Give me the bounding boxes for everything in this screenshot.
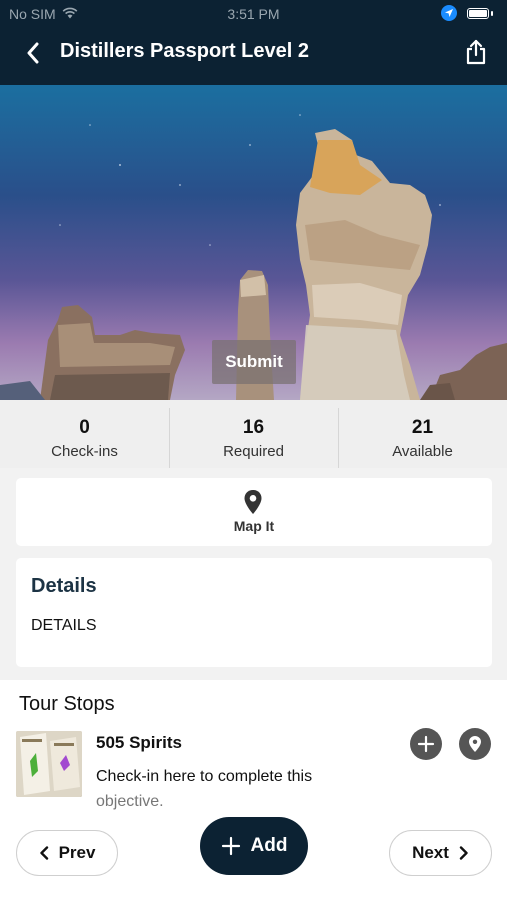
tour-stop-description-text: Check-in here to complete this	[96, 768, 313, 785]
details-body: DETAILS	[31, 617, 97, 634]
tour-stop-thumbnail[interactable]	[16, 731, 82, 797]
tour-stops-section: Tour Stops 505 Spirits Check-in here to …	[0, 680, 507, 900]
stat-required: 16 Required	[169, 400, 338, 468]
chevron-left-icon	[27, 42, 39, 64]
map-pin-icon	[244, 490, 262, 514]
hero-image: Submit	[0, 85, 507, 400]
prev-label: Prev	[58, 843, 96, 862]
chevron-left-icon	[39, 846, 48, 860]
back-button[interactable]	[18, 38, 48, 68]
stat-value: 0	[79, 417, 90, 438]
share-button[interactable]	[461, 36, 491, 68]
prev-button[interactable]: Prev	[16, 830, 118, 876]
add-stop-button[interactable]	[410, 728, 442, 760]
chevron-right-icon	[459, 846, 468, 860]
stat-value: 16	[242, 417, 265, 438]
status-time: 3:51 PM	[227, 6, 280, 22]
tour-stops-heading: Tour Stops	[19, 693, 115, 715]
next-button[interactable]: Next	[389, 830, 492, 876]
stat-check-ins: 0 Check-ins	[0, 400, 169, 468]
share-icon	[466, 39, 486, 65]
nav-bar: Distillers Passport Level 2	[0, 28, 507, 85]
plus-icon	[417, 735, 435, 753]
details-card: Details DETAILS	[16, 558, 492, 667]
stats-row: 0 Check-ins 16 Required 21 Available	[0, 400, 507, 468]
stat-label: Required	[223, 443, 284, 460]
battery-icon	[467, 7, 489, 19]
next-label: Next	[412, 843, 449, 862]
map-pin-icon	[469, 736, 481, 752]
add-label: Add	[250, 835, 288, 856]
bottle-labels-image	[16, 731, 82, 797]
stat-label: Available	[392, 443, 453, 460]
page-title: Distillers Passport Level 2	[60, 40, 310, 62]
tour-stop-description: Check-in here to complete this objective…	[96, 764, 376, 814]
stat-label: Check-ins	[51, 443, 118, 460]
status-bar: No SIM 3:51 PM	[0, 0, 507, 28]
submit-button[interactable]: Submit	[212, 340, 296, 384]
map-it-label: Map It	[233, 518, 275, 534]
location-arrow-icon	[441, 5, 457, 21]
map-it-button[interactable]: Map It	[16, 478, 492, 546]
plus-icon	[221, 836, 240, 856]
stat-value: 21	[411, 417, 434, 438]
top-bar: No SIM 3:51 PM Distillers Passport Level…	[0, 0, 507, 85]
tour-stop-name[interactable]: 505 Spirits	[96, 733, 182, 753]
tour-stop-description-faded: objective.	[96, 793, 164, 810]
stat-available: 21 Available	[338, 400, 507, 468]
stop-location-button[interactable]	[459, 728, 491, 760]
details-heading: Details	[31, 575, 97, 597]
add-button[interactable]: Add	[200, 817, 308, 875]
